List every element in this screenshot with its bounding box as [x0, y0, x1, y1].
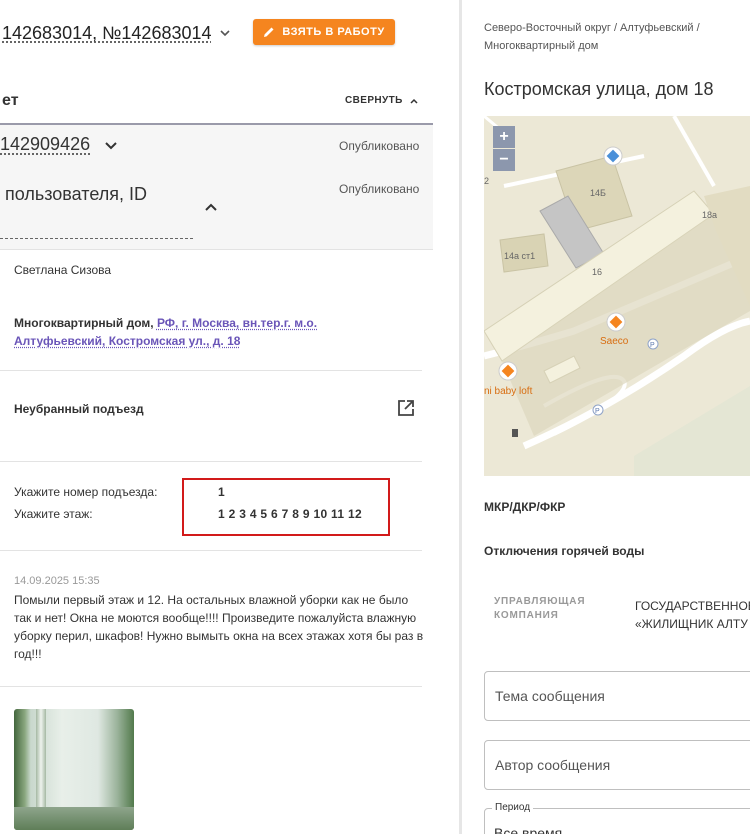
divider: [0, 550, 422, 551]
author-field[interactable]: [484, 740, 750, 790]
subject-input[interactable]: [485, 672, 750, 720]
building-label: 14а ст1: [504, 251, 535, 261]
problem-title: Неубранный подъезд: [14, 402, 144, 416]
comment-text: Помыли первый этаж и 12. На остальных вл…: [14, 593, 424, 661]
management-company-value: ГОСУДАРСТВЕННОЕ «ЖИЛИЩНИК АЛТУ: [635, 597, 750, 633]
dotted-underline: [0, 238, 193, 239]
poi-label: Saeco: [600, 336, 629, 347]
management-company-line: ГОСУДАРСТВЕННОЕ: [635, 599, 750, 613]
divider: [0, 686, 422, 687]
user-status-badge: Опубликовано: [339, 182, 420, 196]
parking-label: P: [595, 408, 600, 415]
parking-label: P: [650, 342, 655, 349]
chevron-up-icon[interactable]: [204, 200, 218, 214]
take-to-work-button[interactable]: ВЗЯТЬ В РАБОТУ: [253, 19, 395, 45]
divider: [0, 370, 422, 371]
breadcrumb-line[interactable]: Многоквартирный дом: [484, 37, 734, 55]
breadcrumb: Северо-Восточный округ / Алтуфьевский / …: [484, 19, 734, 55]
hot-water-label: Отключения горячей воды: [484, 544, 645, 558]
user-id-label: пользователя, ID: [5, 184, 147, 204]
status-badge: Опубликовано: [339, 139, 420, 153]
window-sill: [14, 807, 134, 830]
map-view[interactable]: 14Б 18а 14а ст1 16 2 Saeco ni baby loft …: [484, 116, 750, 476]
subject-field[interactable]: [484, 671, 750, 721]
object-type: Многоквартирный дом,: [14, 316, 154, 330]
breadcrumb-line[interactable]: Северо-Восточный округ / Алтуфьевский /: [484, 19, 734, 37]
chevron-up-icon: [410, 98, 418, 104]
period-value[interactable]: Все время: [494, 825, 562, 834]
bin-icon: [512, 429, 518, 437]
take-to-work-label: ВЗЯТЬ В РАБОТУ: [282, 26, 385, 38]
ticket-header[interactable]: 142683014, №142683014: [0, 18, 232, 48]
highlight-box: [182, 478, 390, 536]
ticket-panel: 142683014, №142683014 ВЗЯТЬ В РАБОТУ ет …: [0, 0, 455, 834]
entrance-label: Укажите номер подъезда:: [14, 485, 158, 499]
mkr-label: МКР/ДКР/ФКР: [484, 500, 566, 514]
pencil-icon: [264, 27, 274, 37]
page-title: Костромская улица, дом 18: [484, 79, 714, 99]
chevron-down-icon[interactable]: [104, 138, 118, 152]
chevron-down-icon[interactable]: [218, 26, 232, 40]
building-label: 16: [592, 267, 602, 277]
panel-divider[interactable]: [459, 0, 462, 834]
zoom-in-button[interactable]: +: [493, 126, 515, 148]
poi-label: ni baby loft: [484, 386, 533, 397]
floor-label: Укажите этаж:: [14, 507, 93, 521]
collapse-label: СВЕРНУТЬ: [345, 95, 403, 106]
comment-date: 14.09.2025 15:35: [14, 575, 100, 587]
period-label: Период: [492, 802, 534, 813]
building-label: 14Б: [590, 188, 606, 198]
author-name: Светлана Сизова: [14, 263, 112, 277]
divider: [0, 461, 422, 462]
attachment-photo[interactable]: [14, 709, 134, 830]
zoom-out-button[interactable]: −: [493, 149, 515, 171]
app-root: 142683014, №142683014 ВЗЯТЬ В РАБОТУ ет …: [0, 0, 750, 834]
section-title: ет: [2, 92, 19, 109]
map-canvas: 14Б 18а 14а ст1 16 2 Saeco ni baby loft …: [484, 116, 750, 476]
management-company-label: УПРАВЛЯЮЩАЯ КОМПАНИЯ: [494, 596, 586, 621]
author-input[interactable]: [485, 741, 750, 789]
map-edge-label: 2: [484, 176, 489, 186]
building-label: 18а: [702, 210, 717, 220]
ticket-id[interactable]: 142909426: [0, 134, 90, 155]
ticket-id-row[interactable]: 142909426: [0, 134, 118, 155]
ticket-number[interactable]: 142683014, №142683014: [2, 23, 212, 44]
management-company-line: «ЖИЛИЩНИК АЛТУ: [635, 617, 748, 631]
external-link-icon[interactable]: [397, 399, 415, 417]
object-address: Многоквартирный дом, РФ, г. Москва, вн.т…: [14, 314, 334, 350]
collapse-button[interactable]: СВЕРНУТЬ: [345, 95, 419, 106]
